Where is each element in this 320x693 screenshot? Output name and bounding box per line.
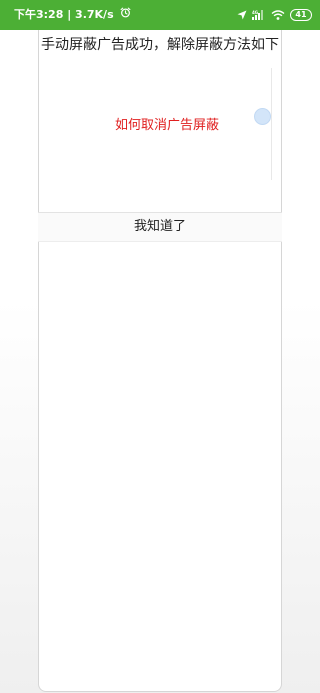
battery-level: 41 — [295, 10, 307, 19]
wifi-icon — [271, 10, 285, 20]
status-time-speed: 下午3:28 | 3.7K/s — [14, 8, 114, 21]
status-right: 4G 41 — [237, 0, 312, 30]
svg-text:4G: 4G — [252, 10, 258, 15]
cellular-signal-icon: 4G — [252, 10, 266, 20]
alarm-clock-icon — [120, 0, 131, 30]
scroll-track — [271, 68, 272, 180]
location-arrow-icon — [237, 10, 247, 20]
scroll-handle[interactable] — [254, 108, 271, 125]
battery-icon: 41 — [290, 9, 312, 21]
status-bar: 下午3:28 | 3.7K/s 4G 41 — [0, 0, 320, 30]
got-it-button[interactable]: 我知道了 — [38, 213, 282, 241]
dialog-action-bar: 我知道了 — [38, 212, 282, 242]
status-left: 下午3:28 | 3.7K/s — [14, 0, 131, 30]
dialog-title: 手动屏蔽广告成功，解除屏蔽方法如下 — [41, 37, 279, 53]
